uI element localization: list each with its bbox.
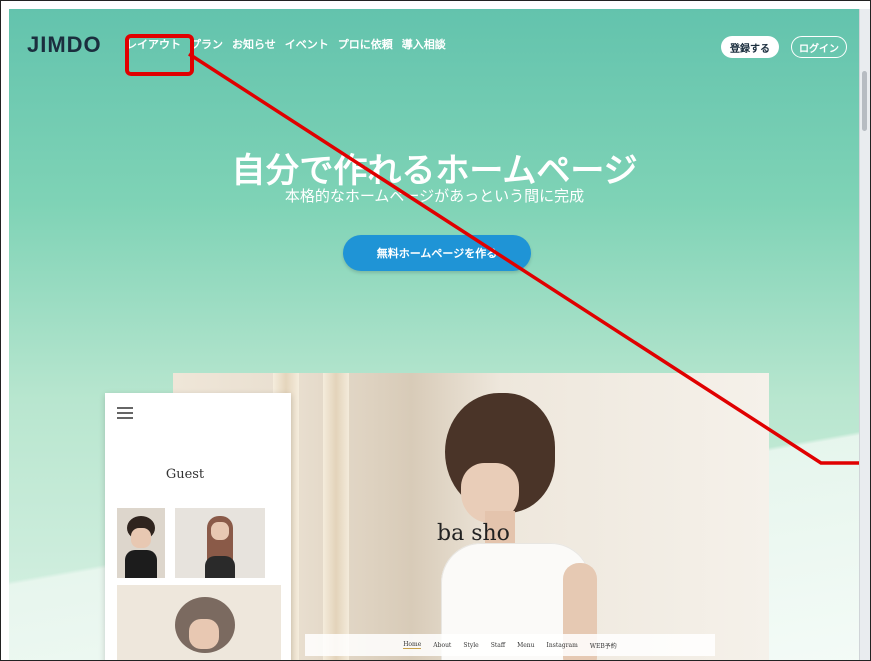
scrollbar-thumb[interactable] bbox=[862, 71, 867, 131]
screenshot-frame: JIMDO レイアウト プラン お知らせ イベント プロに依頼 導入相談 登録す… bbox=[0, 0, 871, 661]
annotation-pointer-line bbox=[188, 52, 860, 465]
annotation-arrow bbox=[188, 52, 860, 465]
vertical-scrollbar[interactable] bbox=[859, 9, 870, 660]
jimdo-landing-page: JIMDO レイアウト プラン お知らせ イベント プロに依頼 導入相談 登録す… bbox=[9, 9, 860, 660]
